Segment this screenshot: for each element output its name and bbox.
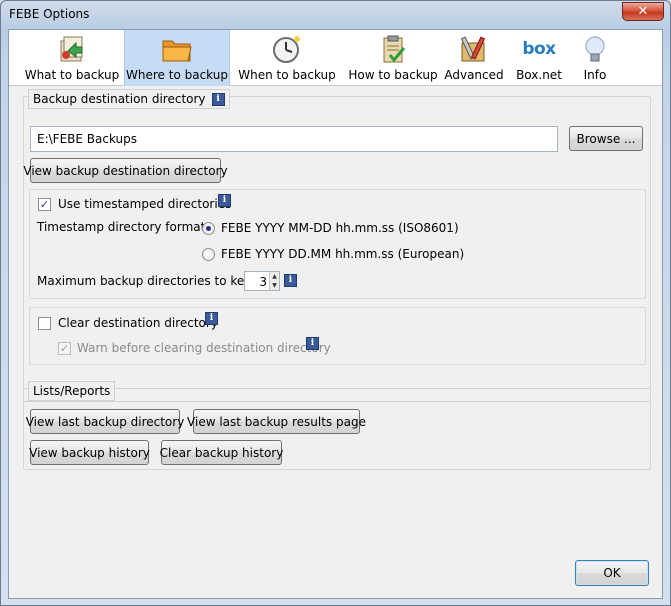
clear-backup-history-button[interactable]: Clear backup history [160,440,283,465]
max-directories-label: Maximum backup directories to keep: [37,274,264,288]
box-logo-text: box [522,39,556,59]
max-directories-spinner[interactable]: 3 ▲ ▼ [244,271,280,291]
tab-box-net[interactable]: box Box.net [513,30,565,86]
tab-label: What to backup [24,68,120,82]
window-title: FEBE Options [9,7,90,21]
box-logo-icon: box [522,32,556,66]
destination-path-input[interactable]: E:\FEBE Backups [30,126,558,152]
destination-group: Backup destination directory i E:\FEBE B… [23,89,651,402]
spinner-up-icon[interactable]: ▲ [269,272,279,281]
view-destination-button[interactable]: View backup destination directory [23,158,228,183]
tab-info[interactable]: Info [573,30,617,86]
use-timestamped-checkbox[interactable]: ✓ [38,198,51,211]
tab-what-to-backup[interactable]: What to backup [23,30,121,86]
lists-legend-text: Lists/Reports [33,384,111,398]
category-toolbar: What to backup Where to backup When to b… [9,30,662,86]
timestamp-format-label: Timestamp directory format: [37,220,210,234]
destination-legend-text: Backup destination directory [33,92,206,106]
info-icon[interactable]: i [284,274,297,287]
view-last-backup-directory-button[interactable]: View last backup directory [26,409,184,434]
warn-before-clearing-checkbox[interactable]: ✓ [58,342,71,355]
use-timestamped-label: Use timestamped directories [58,197,232,211]
title-bar: FEBE Options ✕ [1,1,670,29]
close-icon: ✕ [637,4,649,19]
timestamp-subgroup: ✓ Use timestamped directories i Timestam… [29,189,646,299]
iso-format-label: FEBE YYYY MM-DD hh.mm.ss (ISO8601) [221,221,459,235]
tab-where-to-backup[interactable]: Where to backup [124,30,230,86]
ok-button[interactable]: OK [575,560,649,586]
clear-destination-checkbox[interactable] [38,317,51,330]
tab-label: When to backup [238,68,336,82]
info-icon[interactable]: i [218,194,231,207]
tab-label: How to backup [348,68,438,82]
warn-before-clearing-label: Warn before clearing destination directo… [77,341,331,355]
max-directories-value: 3 [259,275,267,289]
febe-options-window: FEBE Options ✕ What to backup Where to b… [0,0,671,606]
close-button[interactable]: ✕ [622,2,664,21]
view-backup-history-button[interactable]: View backup history [29,440,150,465]
browse-button[interactable]: Browse ... [569,126,643,151]
clear-destination-label: Clear destination directory [58,316,218,330]
info-icon[interactable]: i [205,312,218,325]
lists-legend: Lists/Reports [28,381,116,401]
tab-advanced[interactable]: Advanced [443,30,505,86]
tab-when-to-backup[interactable]: When to backup [237,30,337,86]
destination-legend: Backup destination directory i [28,89,230,109]
clock-icon [270,32,304,66]
european-format-radio[interactable] [202,248,215,261]
lightbulb-icon [578,32,612,66]
iso-format-radio[interactable] [202,222,215,235]
info-icon[interactable]: i [211,92,225,106]
view-last-backup-results-button[interactable]: View last backup results page [187,409,366,434]
tab-how-to-backup[interactable]: How to backup [343,30,443,86]
tab-label: Info [583,68,607,82]
info-icon[interactable]: i [306,337,319,350]
backup-arrow-icon [55,32,89,66]
tools-icon [457,32,491,66]
clipboard-check-icon [376,32,410,66]
spinner-down-icon[interactable]: ▼ [269,281,279,290]
tab-label: Box.net [516,68,562,82]
lists-reports-group: Lists/Reports View last backup directory… [23,381,651,470]
folder-icon [160,32,194,66]
dialog-client-area: What to backup Where to backup When to b… [8,29,663,599]
tab-label: Where to backup [126,68,228,82]
clear-subgroup: Clear destination directory i ✓ Warn bef… [29,307,646,365]
european-format-label: FEBE YYYY DD.MM hh.mm.ss (European) [221,247,465,261]
tab-label: Advanced [444,68,504,82]
